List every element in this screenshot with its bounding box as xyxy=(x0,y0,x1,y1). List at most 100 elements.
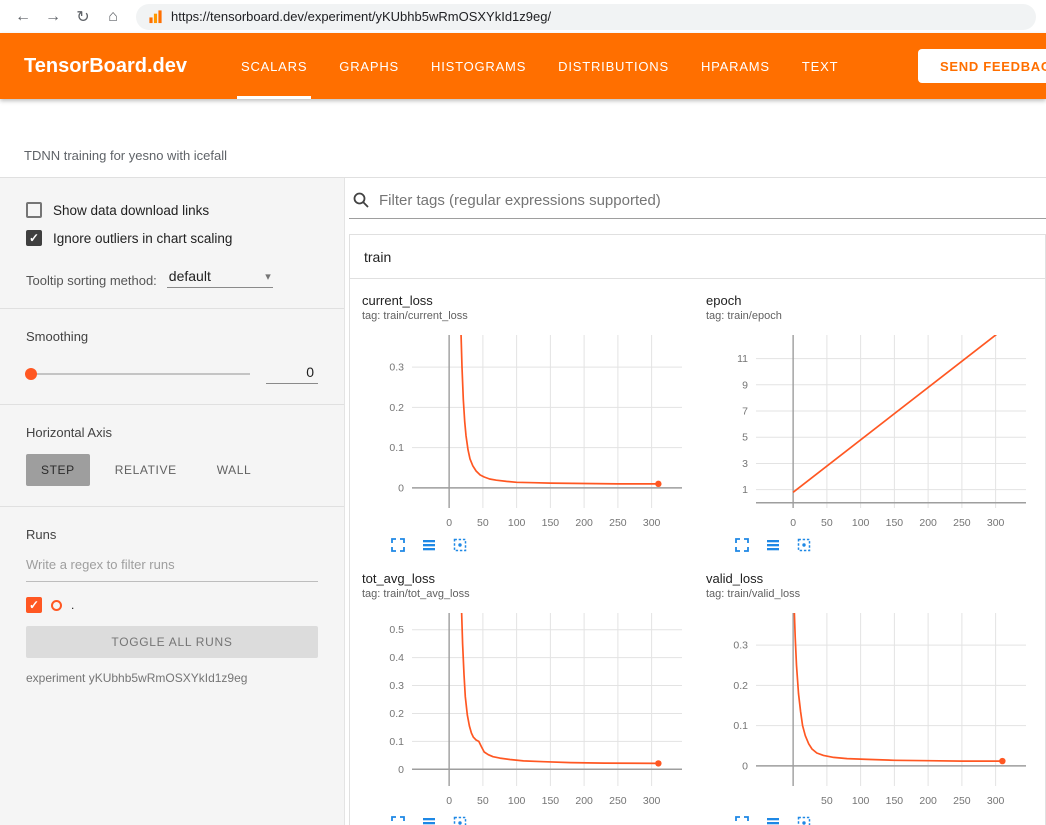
show-download-links-row: Show data download links xyxy=(26,202,318,218)
chart-card-tot-avg-loss: tot_avg_loss tag: train/tot_avg_loss 050… xyxy=(362,571,692,825)
reload-icon[interactable]: ↻ xyxy=(70,7,96,27)
ignore-outliers-checkbox[interactable] xyxy=(26,230,42,246)
browser-toolbar: ← → ↻ ⌂ https://tensorboard.dev/experime… xyxy=(0,0,1046,33)
svg-text:1: 1 xyxy=(742,484,748,496)
svg-text:150: 150 xyxy=(542,795,560,807)
data-series-icon[interactable] xyxy=(765,537,781,553)
search-icon xyxy=(352,191,370,209)
smoothing-slider-thumb[interactable] xyxy=(25,368,37,380)
forward-icon[interactable]: → xyxy=(40,8,66,26)
chart-tag: tag: train/valid_loss xyxy=(706,588,1036,600)
line-chart-valid-loss[interactable]: 5010015020025030000.10.20.3 xyxy=(706,607,1036,812)
chart-tag: tag: train/tot_avg_loss xyxy=(362,588,692,600)
svg-text:100: 100 xyxy=(852,795,870,807)
svg-text:300: 300 xyxy=(643,795,661,807)
chart-title: tot_avg_loss xyxy=(362,571,692,586)
svg-text:300: 300 xyxy=(987,795,1005,807)
svg-text:150: 150 xyxy=(886,795,904,807)
experiment-title: TDNN training for yesno with icefall xyxy=(24,148,227,163)
tooltip-sorting-value: default xyxy=(169,268,211,284)
svg-text:0.3: 0.3 xyxy=(389,362,404,374)
tag-filter-field xyxy=(349,178,1046,219)
svg-text:200: 200 xyxy=(919,517,937,529)
scalars-main: train current_loss tag: train/current_lo… xyxy=(345,178,1046,825)
data-series-icon[interactable] xyxy=(421,815,437,825)
tab-graphs[interactable]: GRAPHS xyxy=(323,33,415,99)
chart-title: valid_loss xyxy=(706,571,1036,586)
fit-domain-icon[interactable] xyxy=(796,815,812,825)
toggle-all-runs-button[interactable]: TOGGLE ALL RUNS xyxy=(26,626,318,658)
line-chart-tot-avg-loss[interactable]: 05010015020025030000.10.20.30.40.5 xyxy=(362,607,692,812)
back-icon[interactable]: ← xyxy=(10,8,36,26)
tooltip-sorting-dropdown[interactable]: default ▾ xyxy=(167,266,273,288)
data-series-icon[interactable] xyxy=(421,537,437,553)
tab-hparams[interactable]: HPARAMS xyxy=(685,33,786,99)
brand-logo[interactable]: TensorBoard.dev xyxy=(24,55,187,78)
axis-relative-button[interactable]: RELATIVE xyxy=(100,454,192,486)
chart-title: current_loss xyxy=(362,293,692,308)
nav-tabs: SCALARS GRAPHS HISTOGRAMS DISTRIBUTIONS … xyxy=(225,33,854,99)
sidebar-divider xyxy=(0,404,344,405)
svg-text:250: 250 xyxy=(609,517,627,529)
svg-text:200: 200 xyxy=(919,795,937,807)
tag-filter-input[interactable] xyxy=(379,192,1046,209)
run-name: . xyxy=(71,598,74,612)
show-download-links-checkbox[interactable] xyxy=(26,202,42,218)
chart-toolbar xyxy=(706,537,1036,553)
svg-text:0.5: 0.5 xyxy=(389,624,404,636)
axis-wall-button[interactable]: WALL xyxy=(202,454,267,486)
line-chart-current-loss[interactable]: 05010015020025030000.10.20.3 xyxy=(362,329,692,534)
expand-chart-icon[interactable] xyxy=(734,537,750,553)
svg-text:100: 100 xyxy=(508,795,526,807)
svg-text:50: 50 xyxy=(477,795,489,807)
line-chart-epoch[interactable]: 0501001502002503001357911 xyxy=(706,329,1036,534)
chart-tag: tag: train/epoch xyxy=(706,310,1036,322)
runs-label: Runs xyxy=(26,527,318,542)
runs-filter-input[interactable] xyxy=(26,557,318,572)
run-color-swatch xyxy=(51,600,62,611)
svg-text:250: 250 xyxy=(609,795,627,807)
svg-text:0.1: 0.1 xyxy=(389,442,404,454)
tab-histograms[interactable]: HISTOGRAMS xyxy=(415,33,542,99)
address-bar[interactable]: https://tensorboard.dev/experiment/yKUbh… xyxy=(136,4,1036,30)
settings-sidebar: Show data download links Ignore outliers… xyxy=(0,178,345,825)
svg-text:200: 200 xyxy=(575,795,593,807)
url-text[interactable]: https://tensorboard.dev/experiment/yKUbh… xyxy=(171,9,551,24)
data-series-icon[interactable] xyxy=(765,815,781,825)
fit-domain-icon[interactable] xyxy=(452,815,468,825)
svg-text:0: 0 xyxy=(446,517,452,529)
home-icon[interactable]: ⌂ xyxy=(100,8,126,26)
smoothing-value[interactable]: 0 xyxy=(266,364,318,384)
svg-text:0.2: 0.2 xyxy=(389,402,404,414)
svg-text:0.1: 0.1 xyxy=(733,720,748,732)
chart-card-epoch: epoch tag: train/epoch 05010015020025030… xyxy=(706,293,1036,553)
tab-distributions[interactable]: DISTRIBUTIONS xyxy=(542,33,685,99)
expand-chart-icon[interactable] xyxy=(390,815,406,825)
fit-domain-icon[interactable] xyxy=(452,537,468,553)
svg-text:0.4: 0.4 xyxy=(389,652,404,664)
axis-step-button[interactable]: STEP xyxy=(26,454,90,486)
svg-text:50: 50 xyxy=(477,517,489,529)
send-feedback-button[interactable]: SEND FEEDBACK xyxy=(918,49,1046,83)
svg-text:300: 300 xyxy=(987,517,1005,529)
svg-text:7: 7 xyxy=(742,406,748,418)
svg-text:0.3: 0.3 xyxy=(389,680,404,692)
smoothing-slider-track[interactable] xyxy=(26,373,250,375)
tab-scalars[interactable]: SCALARS xyxy=(225,33,323,99)
chart-card-current-loss: current_loss tag: train/current_loss 050… xyxy=(362,293,692,553)
svg-text:0.3: 0.3 xyxy=(733,640,748,652)
fit-domain-icon[interactable] xyxy=(796,537,812,553)
experiment-header: TDNN training for yesno with icefall xyxy=(0,99,1046,178)
chart-toolbar xyxy=(362,537,692,553)
tab-text[interactable]: TEXT xyxy=(786,33,854,99)
expand-chart-icon[interactable] xyxy=(390,537,406,553)
svg-text:300: 300 xyxy=(643,517,661,529)
svg-text:0.1: 0.1 xyxy=(389,736,404,748)
run-checkbox[interactable] xyxy=(26,597,42,613)
expand-chart-icon[interactable] xyxy=(734,815,750,825)
horizontal-axis-buttons: STEP RELATIVE WALL xyxy=(26,454,318,486)
train-group-header[interactable]: train xyxy=(350,235,1045,279)
sidebar-divider xyxy=(0,506,344,507)
ignore-outliers-row: Ignore outliers in chart scaling xyxy=(26,230,318,246)
smoothing-slider-row: 0 xyxy=(26,364,318,384)
